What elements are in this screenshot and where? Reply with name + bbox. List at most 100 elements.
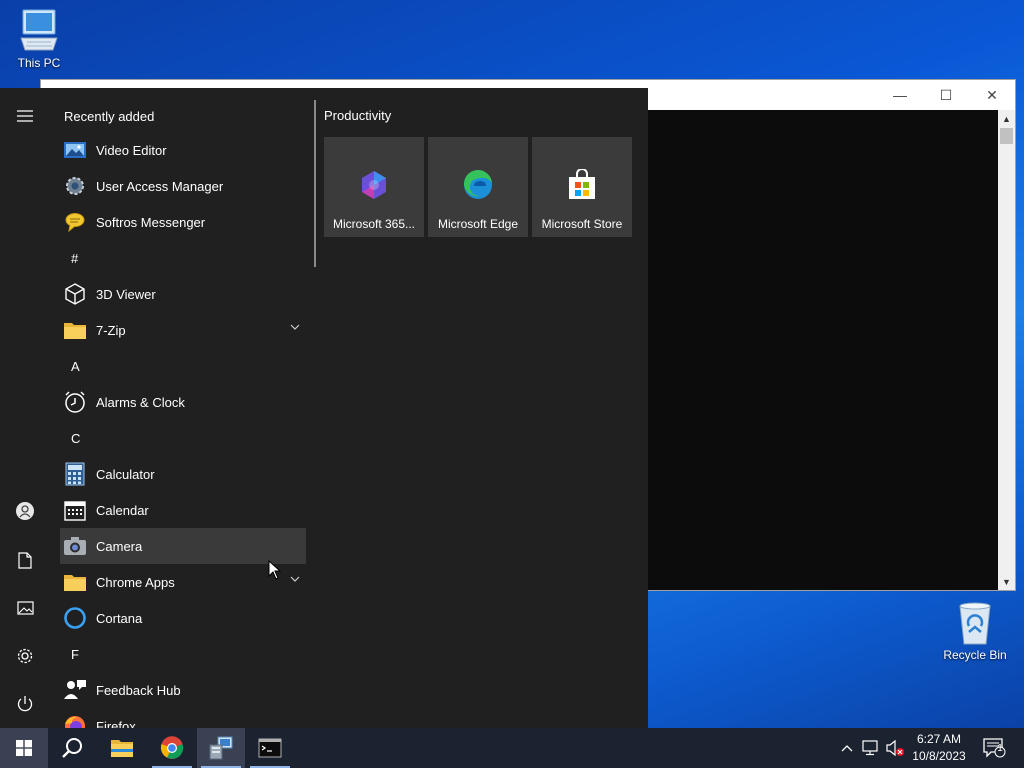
search-icon <box>62 738 82 758</box>
minimize-button[interactable]: — <box>877 80 923 110</box>
clock-date: 10/8/2023 <box>912 749 966 763</box>
document-icon <box>18 551 32 569</box>
section-letter-a[interactable]: A <box>50 348 312 384</box>
account-button[interactable] <box>0 491 50 531</box>
vertical-scrollbar[interactable]: ▲ ▼ <box>998 110 1015 590</box>
gear-icon <box>63 174 87 198</box>
calculator-icon <box>63 462 87 486</box>
app-calendar[interactable]: Calendar <box>60 492 306 528</box>
cube-icon <box>63 282 87 306</box>
taskbar-clock[interactable]: 6:27 AM 10/8/2023 <box>906 731 972 765</box>
folder-icon <box>63 570 87 594</box>
app-label: Cortana <box>96 610 143 626</box>
edge-icon <box>463 169 492 199</box>
file-explorer-button[interactable] <box>98 728 146 768</box>
app-softros-messenger[interactable]: Softros Messenger <box>60 204 306 240</box>
app-cortana[interactable]: Cortana <box>60 600 306 636</box>
pictures-icon <box>16 601 34 615</box>
messenger-icon <box>63 210 87 234</box>
tile-label: Microsoft 365... <box>332 217 416 231</box>
scroll-up-button[interactable]: ▲ <box>998 110 1015 127</box>
app-3d-viewer[interactable]: 3D Viewer <box>60 276 306 312</box>
app-alarms-clock[interactable]: Alarms & Clock <box>60 384 306 420</box>
desktop-icon-recycle-bin[interactable]: Recycle Bin <box>940 600 1010 662</box>
cortana-icon <box>63 606 87 630</box>
desktop-icon-label: This PC <box>17 56 61 70</box>
documents-button[interactable] <box>0 540 50 580</box>
action-center-button[interactable]: 1 <box>978 728 1010 768</box>
app-video-editor[interactable]: Video Editor <box>60 132 306 168</box>
store-icon <box>569 169 595 199</box>
power-button[interactable] <box>0 684 50 724</box>
app-label: 7-Zip <box>96 322 126 338</box>
video-editor-icon <box>63 138 87 162</box>
app-label: Feedback Hub <box>96 682 181 698</box>
chevron-down-icon[interactable] <box>290 323 300 331</box>
app-feedback-hub[interactable]: Feedback Hub <box>60 672 306 708</box>
app-list-scrollbar[interactable] <box>314 100 316 267</box>
section-letter-hash[interactable]: # <box>50 240 312 276</box>
app-camera[interactable]: Camera <box>60 528 306 564</box>
volume-button[interactable] <box>884 728 906 768</box>
app-label: Calculator <box>96 466 155 482</box>
scroll-thumb[interactable] <box>1000 128 1013 144</box>
app-firefox[interactable]: Firefox <box>60 708 306 728</box>
app-label: User Access Manager <box>96 178 224 194</box>
tile-microsoft-edge[interactable]: Microsoft Edge <box>428 137 528 237</box>
maximize-button[interactable]: ☐ <box>923 80 969 110</box>
app-7-zip[interactable]: 7-Zip <box>60 312 306 348</box>
app-label: Camera <box>96 538 143 554</box>
network-icon <box>862 740 878 756</box>
app-label: Video Editor <box>96 142 167 158</box>
hamburger-icon <box>17 110 33 122</box>
recycle-bin-icon <box>959 602 991 645</box>
expand-menu-button[interactable] <box>0 96 50 136</box>
pictures-button[interactable] <box>0 588 50 628</box>
power-icon <box>17 696 33 712</box>
tile-microsoft-store[interactable]: Microsoft Store <box>532 137 632 237</box>
tile-label: Microsoft Edge <box>437 217 519 231</box>
network-status-button[interactable] <box>860 728 882 768</box>
windows-logo-icon <box>16 740 32 756</box>
chrome-button[interactable] <box>148 728 196 768</box>
app-label: Calendar <box>96 502 149 518</box>
network-app-button[interactable] <box>197 728 245 768</box>
chevron-down-icon[interactable] <box>290 575 300 583</box>
app-calculator[interactable]: Calculator <box>60 456 306 492</box>
chevron-up-icon <box>841 745 853 752</box>
app-label: 3D Viewer <box>96 286 156 302</box>
app-list[interactable]: Recently added Video Editor User Access … <box>50 88 312 728</box>
tile-microsoft-365[interactable]: Microsoft 365... <box>324 137 424 237</box>
section-letter-f[interactable]: F <box>50 636 312 672</box>
terminal-button[interactable] <box>246 728 294 768</box>
close-button[interactable]: ✕ <box>969 80 1015 110</box>
calendar-icon <box>63 498 87 522</box>
start-menu-rail <box>0 88 50 728</box>
desktop-icon-label: Recycle Bin <box>943 648 1007 662</box>
network-app-icon <box>209 736 233 760</box>
desktop-icon-this-pc[interactable]: This PC <box>4 8 74 70</box>
section-letter-c[interactable]: C <box>50 420 312 456</box>
app-label: Chrome Apps <box>96 574 175 590</box>
chrome-icon <box>160 736 184 759</box>
computer-icon <box>20 9 58 51</box>
app-user-access-manager[interactable]: User Access Manager <box>60 168 306 204</box>
start-menu: Recently added Video Editor User Access … <box>0 88 648 728</box>
user-icon <box>16 502 34 520</box>
tiles-area: Productivity Microsoft 365... Microsoft … <box>324 88 632 237</box>
feedback-icon <box>63 678 87 702</box>
app-label: Alarms & Clock <box>96 394 185 410</box>
taskbar: 6:27 AM 10/8/2023 1 <box>0 728 1024 768</box>
app-label: Firefox <box>96 718 136 729</box>
settings-button[interactable] <box>0 636 50 676</box>
start-button[interactable] <box>0 728 48 768</box>
terminal-icon <box>258 738 282 758</box>
microsoft-365-icon <box>362 171 386 199</box>
search-button[interactable] <box>48 728 96 768</box>
clock-time: 6:27 AM <box>916 732 962 746</box>
folder-icon <box>111 740 133 757</box>
show-hidden-icons-button[interactable] <box>838 728 856 768</box>
camera-icon <box>63 534 87 558</box>
mouse-cursor-icon <box>268 560 282 580</box>
scroll-down-button[interactable]: ▼ <box>998 573 1015 590</box>
